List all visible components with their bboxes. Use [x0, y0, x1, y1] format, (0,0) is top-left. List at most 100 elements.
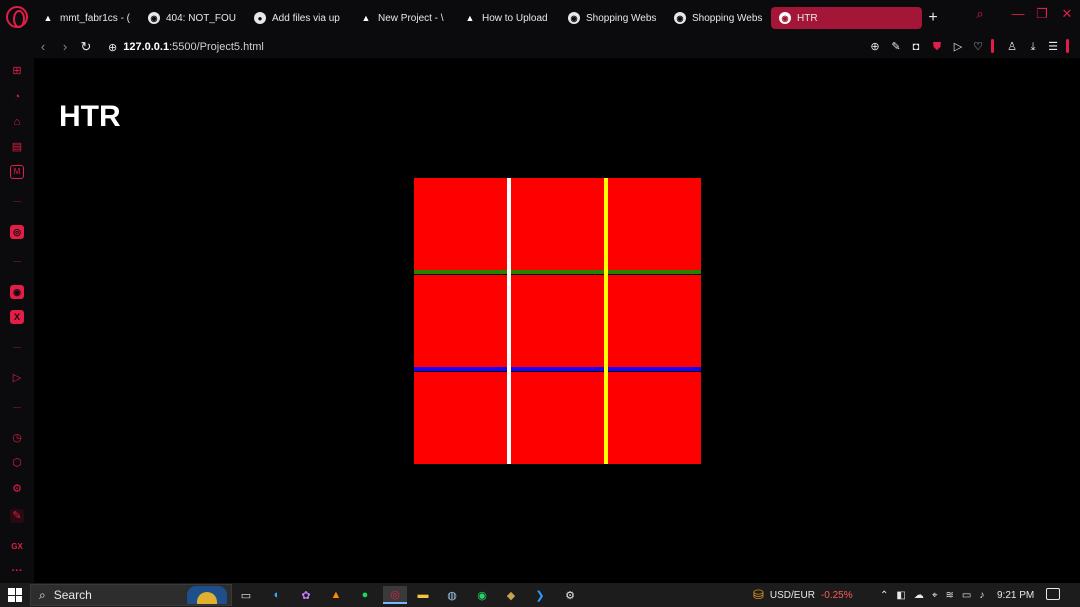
triangle-icon: ▲ [465, 13, 475, 23]
more-icon[interactable]: ··· [10, 564, 24, 578]
gx-corner-indicator [991, 39, 994, 53]
page-viewport: HTR [34, 58, 1080, 583]
gx-control-indicator [1066, 39, 1069, 53]
spotify-icon[interactable]: ● [356, 586, 374, 604]
tab-shopping-website-1[interactable]: ◉ Shopping Webs [560, 7, 664, 29]
cube-cell [608, 275, 701, 367]
tab-how-to-upload[interactable]: ▲ How to Upload [456, 7, 560, 29]
shopping-bag-icon[interactable]: ⌂ [10, 115, 24, 129]
clock-icon[interactable]: ◷ [10, 431, 24, 445]
minecraft-icon[interactable]: ◆ [502, 586, 520, 604]
tab-label: New Project - \ [378, 12, 444, 24]
site-info-icon[interactable]: ⊕ [108, 41, 117, 54]
clock[interactable]: 9:21 PM [997, 583, 1034, 607]
edge-icon[interactable]: ◐ [268, 586, 286, 604]
tab-htr[interactable]: ◉ HTR [771, 7, 922, 29]
file-explorer-icon[interactable]: ▬ [414, 586, 432, 604]
volume-icon[interactable]: ♪ [979, 590, 984, 601]
forward-button[interactable]: › [56, 38, 74, 56]
instagram-icon[interactable]: ◎ [10, 225, 24, 239]
restore-button[interactable]: ❐ [1031, 5, 1053, 23]
edit-icon[interactable]: ✎ [888, 38, 904, 56]
notification-icon[interactable] [1046, 588, 1060, 600]
gx-icon[interactable]: GX [10, 540, 24, 554]
globe-icon: ◉ [779, 12, 791, 24]
tab-add-files[interactable]: ● Add files via up [246, 7, 350, 29]
triangle-icon: ▲ [361, 13, 371, 23]
currency-pair: USD/EUR [769, 589, 815, 601]
tv-icon[interactable]: ▤ [10, 140, 24, 154]
gamepad-icon[interactable]: ⊞ [10, 64, 24, 78]
steam-icon[interactable]: ◍ [443, 586, 461, 604]
tab-404-not-found[interactable]: ◉ 404: NOT_FOU [140, 7, 244, 29]
search-icon: ⌕ [39, 587, 46, 602]
play-icon[interactable]: ▷ [950, 38, 966, 56]
cube-cell [608, 372, 701, 464]
horizontal-seam-green [414, 270, 701, 274]
opera-gx-taskbar-icon[interactable]: ◎ [383, 586, 407, 604]
opera-gx-logo-icon[interactable] [6, 6, 28, 28]
cube-cell [511, 275, 604, 367]
wifi-icon[interactable]: ≋ [945, 590, 953, 601]
settings-icon[interactable]: ⚙ [10, 482, 24, 496]
copilot-icon[interactable]: ✿ [297, 586, 315, 604]
tab-strip: ▲ mmt_fabr1cs - ( ◉ 404: NOT_FOU ● Add f… [0, 0, 1080, 36]
cube-cell [414, 372, 507, 464]
adblock-shield-icon[interactable]: ⛊ [929, 38, 945, 56]
cube-cell [414, 275, 507, 367]
battery-icon[interactable]: ▭ [962, 590, 971, 601]
tab-new-project[interactable]: ▲ New Project - \ [352, 7, 456, 29]
minimize-button[interactable]: — [1007, 5, 1029, 23]
tab-shopping-website-2[interactable]: ◉ Shopping Webs [666, 7, 770, 29]
new-tab-button[interactable]: + [924, 9, 942, 27]
search-tabs-icon[interactable]: ⌕ [969, 5, 991, 23]
vertical-seam-yellow [604, 178, 608, 464]
camera-tray-icon[interactable]: ◧ [896, 590, 905, 601]
location-icon[interactable]: ⌖ [932, 590, 938, 601]
horizontal-seam-blue [414, 367, 701, 371]
reload-button[interactable]: ↻ [77, 38, 95, 56]
tab-mmt-fabrics[interactable]: ▲ mmt_fabr1cs - ( [34, 7, 138, 29]
onedrive-icon[interactable]: ☁ [914, 590, 924, 601]
cube-cell [608, 178, 701, 270]
sidebar-divider [13, 201, 21, 202]
task-view-icon[interactable]: ▭ [237, 586, 255, 604]
url-field[interactable]: ⊕ 127.0.0.1:5500/Project5.html [108, 38, 264, 56]
speedometer-icon[interactable]: ◔ [10, 90, 24, 104]
globe-icon: ◉ [674, 12, 686, 24]
close-button[interactable]: ✕ [1056, 5, 1078, 23]
send-icon[interactable]: ▷ [10, 371, 24, 385]
camera-icon[interactable]: ◘ [908, 38, 924, 56]
windows-start-icon[interactable] [8, 588, 22, 602]
currency-widget[interactable]: ⛁ USD/EUR -0.25% [753, 583, 853, 607]
messenger-icon[interactable]: ◉ [10, 285, 24, 299]
taskbar-search[interactable]: ⌕ Search [30, 584, 232, 606]
cube-cell [511, 372, 604, 464]
globe-icon: ◉ [568, 12, 580, 24]
github-icon: ● [254, 12, 266, 24]
tab-label: Add files via up [272, 12, 340, 24]
system-tray[interactable]: ⌃ ◧ ☁ ⌖ ≋ ▭ ♪ [880, 583, 984, 607]
pen-icon[interactable]: ✎ [10, 509, 24, 523]
heart-icon[interactable]: ♡ [970, 38, 986, 56]
sidebar-divider [13, 347, 21, 348]
tab-label: Shopping Webs [586, 12, 656, 24]
music-icon[interactable]: M [10, 165, 24, 179]
vscode-icon[interactable]: ❯ [531, 586, 549, 604]
back-button[interactable]: ‹ [34, 38, 52, 56]
vlc-icon[interactable]: ▲ [327, 586, 345, 604]
settings-app-icon[interactable]: ⚙ [561, 586, 579, 604]
account-icon[interactable]: ♙ [1004, 38, 1020, 56]
cube-icon[interactable]: ⬡ [10, 456, 24, 470]
search-placeholder: Search [53, 588, 92, 602]
download-icon[interactable]: ⤓ [1025, 38, 1041, 56]
tab-label: mmt_fabr1cs - ( [60, 12, 130, 24]
chevron-up-icon[interactable]: ⌃ [880, 590, 888, 601]
cube-cell [511, 178, 604, 270]
easy-setup-icon[interactable]: ☰ [1045, 38, 1061, 56]
x-twitter-icon[interactable]: X [10, 310, 24, 324]
page-title: HTR [59, 100, 121, 133]
triangle-icon: ▲ [43, 13, 53, 23]
zoom-icon[interactable]: ⊕ [867, 38, 883, 56]
whatsapp-icon[interactable]: ◉ [473, 586, 491, 604]
